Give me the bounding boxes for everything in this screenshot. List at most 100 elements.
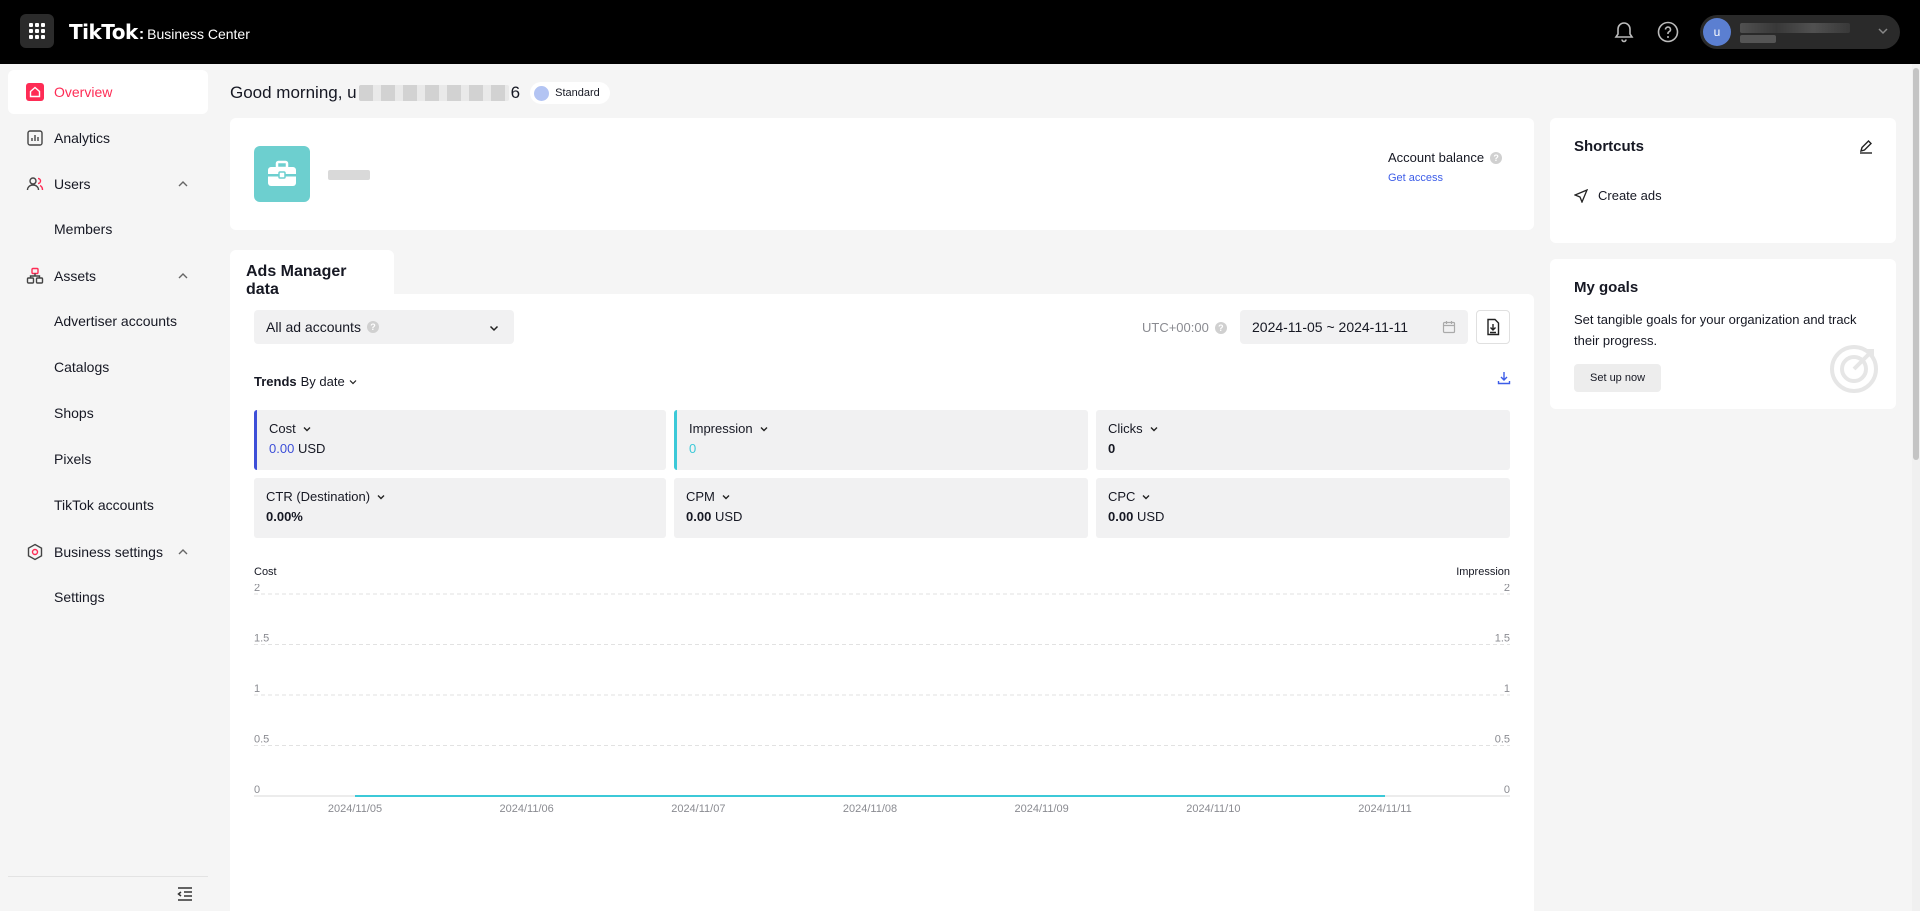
sidebar-item-advertiser-accounts[interactable]: Advertiser accounts: [54, 311, 177, 331]
sidebar-item-tiktok-accounts[interactable]: TikTok accounts: [54, 495, 154, 515]
question-icon[interactable]: ?: [1490, 151, 1503, 164]
help-icon[interactable]: [1656, 20, 1680, 44]
x-tick-label: 2024/11/05: [328, 803, 382, 815]
y-tick-left: 2: [254, 584, 260, 594]
export-report-button[interactable]: [1476, 310, 1510, 344]
download-icon[interactable]: [1496, 370, 1512, 386]
home-icon: [26, 83, 44, 101]
app-switcher-button[interactable]: [20, 14, 54, 48]
chevron-down-icon[interactable]: [721, 492, 731, 502]
chevron-up-icon: [178, 549, 188, 555]
user-menu[interactable]: u: [1700, 15, 1900, 49]
shortcut-create-ads[interactable]: Create ads: [1574, 188, 1662, 203]
metric-unit: USD: [297, 441, 326, 456]
metric-value: 0.00: [686, 509, 712, 524]
metric-value: 0: [689, 441, 697, 456]
sidebar-item-label: Business settings: [54, 544, 163, 560]
ad-account-select[interactable]: All ad accounts ?: [254, 310, 514, 344]
sidebar-item-shops[interactable]: Shops: [54, 403, 94, 423]
metric-label: Clicks: [1108, 421, 1143, 436]
metric-cost[interactable]: Cost 0.00 USD: [254, 410, 666, 470]
metric-value: 0.00%: [266, 509, 303, 524]
y-tick-left: 0.5: [254, 734, 269, 746]
user-badge-icon: [534, 85, 550, 101]
metric-cpm[interactable]: CPM 0.00 USD: [674, 478, 1088, 538]
top-bar: TikTok : Business Center u: [0, 0, 1920, 64]
business-card: Account balance ? Get access: [230, 118, 1534, 230]
chevron-down-icon[interactable]: [1141, 492, 1151, 502]
ads-manager-panel: All ad accounts ? UTC+00:00 ? 2024-11-05…: [230, 294, 1534, 911]
y-tick-right: 2: [1504, 584, 1510, 594]
ad-account-select-value: All ad accounts: [266, 319, 361, 335]
timezone: UTC+00:00 ?: [1142, 320, 1227, 335]
get-access-link[interactable]: Get access: [1388, 172, 1443, 184]
y-tick-right: 1: [1504, 683, 1510, 695]
divider: [8, 876, 208, 877]
metric-cpc[interactable]: CPC 0.00 USD: [1096, 478, 1510, 538]
redacted-user-id: [1740, 35, 1776, 43]
sidebar-item-settings[interactable]: Settings: [54, 587, 105, 607]
question-icon[interactable]: ?: [366, 321, 379, 333]
metric-value: 0.00: [269, 441, 295, 456]
trends-mode: By date: [300, 374, 345, 389]
sidebar-item-users[interactable]: Users: [8, 162, 208, 206]
sidebar-item-label: Overview: [54, 84, 113, 100]
collapse-sidebar-icon[interactable]: [176, 885, 194, 903]
sidebar-item-business-settings[interactable]: Business settings: [8, 530, 208, 574]
target-icon: [1830, 345, 1878, 393]
shortcuts-card: Shortcuts Create ads: [1550, 118, 1896, 243]
chevron-down-icon[interactable]: [376, 492, 386, 502]
export-file-icon: [1487, 318, 1500, 336]
scrollbar-thumb[interactable]: [1913, 68, 1919, 460]
chevron-down-icon[interactable]: [1149, 424, 1159, 434]
sidebar-item-pixels[interactable]: Pixels: [54, 449, 91, 469]
briefcase-icon: [254, 146, 310, 202]
sidebar-item-analytics[interactable]: Analytics: [8, 116, 208, 160]
sidebar: Overview Analytics Users Members Assets: [0, 64, 216, 911]
trends-label: Trends: [254, 374, 297, 389]
y-tick-right: 0: [1504, 784, 1510, 796]
sidebar-item-catalogs[interactable]: Catalogs: [54, 357, 109, 377]
sidebar-item-label: Analytics: [54, 130, 111, 146]
bell-icon[interactable]: [1612, 20, 1636, 44]
x-tick-label: 2024/11/09: [1015, 803, 1069, 815]
chevron-down-icon[interactable]: [759, 424, 769, 434]
metric-impression[interactable]: Impression 0: [674, 410, 1088, 470]
chevron-up-icon: [178, 273, 188, 279]
tab-ads-manager-data[interactable]: Ads Manager data: [230, 250, 394, 298]
balance-label: Account balance: [1388, 150, 1485, 165]
chart-left-axis-title: Cost: [254, 566, 277, 578]
trend-chart: 0 0 0.5 0.5 1 1 1.5 1.5 2 2 2024/11/05 2024/11/06 20…: [254, 584, 1510, 815]
goals-description: Set tangible goals for your organization…: [1574, 312, 1857, 348]
brand-logo[interactable]: TikTok : Business Center: [69, 20, 250, 44]
timezone-label: UTC+00:00: [1142, 320, 1209, 335]
trends-selector[interactable]: Trends By date: [254, 374, 358, 389]
metric-label: Impression: [689, 421, 753, 436]
brand-separator: :: [138, 26, 145, 43]
question-icon[interactable]: ?: [1214, 321, 1227, 334]
metric-label: CPC: [1108, 489, 1136, 504]
metric-value: 0.00: [1108, 509, 1134, 524]
metric-label: CTR (Destination): [266, 489, 371, 504]
badge-label: Standard: [555, 87, 600, 99]
assets-icon: [26, 267, 44, 284]
tiktok-logo: TikTok: [69, 20, 138, 44]
chevron-down-icon[interactable]: [302, 424, 312, 434]
sidebar-item-members[interactable]: Members: [54, 219, 112, 239]
avatar: u: [1703, 18, 1731, 46]
y-tick-left: 0: [254, 784, 260, 796]
sidebar-item-overview[interactable]: Overview: [8, 70, 208, 114]
date-range-picker[interactable]: 2024-11-05 ~ 2024-11-11: [1240, 310, 1468, 344]
redacted-business-name: [328, 170, 370, 180]
metric-ctr[interactable]: CTR (Destination) 0.00%: [254, 478, 666, 538]
metric-clicks[interactable]: Clicks 0: [1096, 410, 1510, 470]
status-badge: Standard: [530, 82, 610, 104]
metric-label: Cost: [269, 421, 296, 436]
calendar-icon: [1442, 321, 1456, 334]
edit-icon[interactable]: [1858, 138, 1874, 154]
shortcuts-title: Shortcuts: [1574, 138, 1645, 155]
set-up-now-button[interactable]: Set up now: [1574, 364, 1662, 392]
sidebar-item-assets[interactable]: Assets: [8, 254, 208, 298]
metric-value: 0: [1108, 441, 1116, 456]
send-icon: [1574, 188, 1588, 203]
